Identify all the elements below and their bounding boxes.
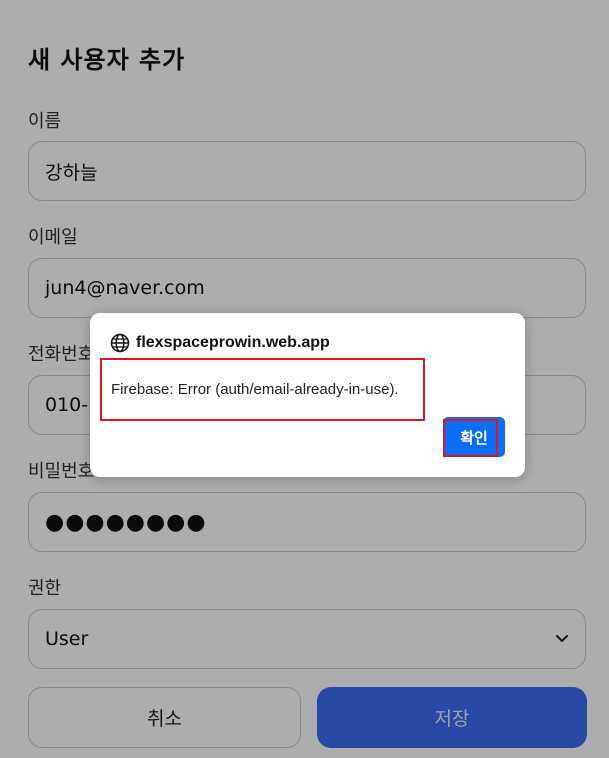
dialog-origin: flexspaceprowin.web.app <box>110 333 330 353</box>
globe-icon <box>110 333 130 353</box>
error-message-highlight: Firebase: Error (auth/email-already-in-u… <box>100 358 425 421</box>
dialog-origin-text: flexspaceprowin.web.app <box>136 334 330 351</box>
alert-dialog: flexspaceprowin.web.app Firebase: Error … <box>90 313 525 477</box>
ok-button-highlight <box>443 419 498 457</box>
error-message: Firebase: Error (auth/email-already-in-u… <box>111 381 399 398</box>
